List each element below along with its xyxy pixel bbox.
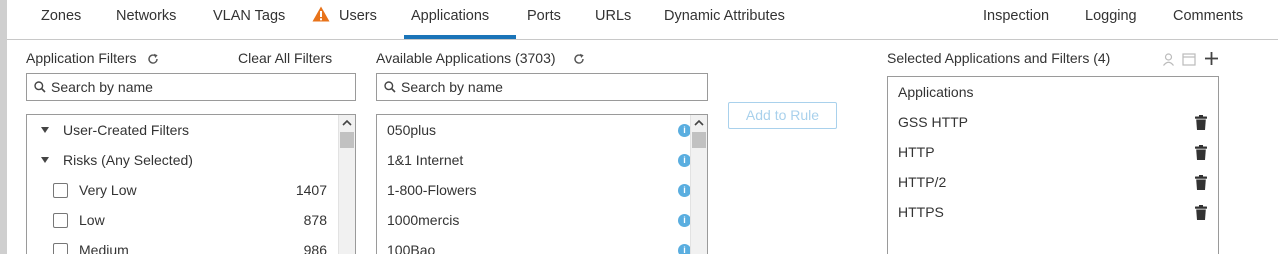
list-item[interactable]: 100Bao i — [377, 235, 691, 254]
filter-option-medium[interactable]: Medium 986 — [27, 235, 339, 254]
filter-list: User-Created Filters Risks (Any Selected… — [26, 114, 356, 254]
application-name: 050plus — [387, 122, 437, 138]
list-item[interactable]: HTTP — [888, 137, 1218, 167]
list-item[interactable]: GSS HTTP — [888, 107, 1218, 137]
chevron-up-icon — [694, 119, 704, 126]
list-item[interactable]: 1&1 Internet i — [377, 145, 691, 175]
selected-application-name: HTTPS — [898, 204, 944, 220]
tab-dynamic-attributes[interactable]: Dynamic Attributes — [664, 0, 785, 38]
selected-application-name: HTTP/2 — [898, 174, 947, 190]
selected-applications-list: Applications GSS HTTP HTTP HTTP/2 HTTPS — [887, 76, 1219, 254]
left-edge-border — [0, 0, 7, 254]
trash-icon[interactable] — [1195, 145, 1207, 160]
tab-users[interactable]: Users — [312, 0, 377, 38]
application-search-box — [376, 73, 708, 101]
filter-option-label: Very Low — [79, 182, 137, 198]
tab-logging[interactable]: Logging — [1085, 0, 1137, 38]
filter-list-scrollbar[interactable] — [338, 115, 355, 254]
tab-bar: Zones Networks VLAN Tags Users Applicati… — [7, 0, 1278, 40]
tab-inspection[interactable]: Inspection — [983, 0, 1049, 38]
filter-group-label: User-Created Filters — [63, 122, 190, 138]
filter-group-label: Risks (Any Selected) — [63, 152, 193, 168]
filter-group-user-created[interactable]: User-Created Filters — [27, 115, 339, 145]
filter-option-count: 986 — [303, 242, 327, 254]
window-icon[interactable] — [1182, 53, 1196, 66]
available-applications-title: Available Applications (3703) — [376, 50, 556, 66]
selected-list-header: Applications — [888, 77, 1218, 107]
trash-icon[interactable] — [1195, 205, 1207, 220]
search-icon — [34, 81, 46, 93]
refresh-icon[interactable] — [573, 53, 585, 65]
application-name: 1&1 Internet — [387, 152, 464, 168]
search-icon — [384, 81, 396, 93]
application-name: 1-800-Flowers — [387, 182, 477, 198]
application-name: 100Bao — [387, 242, 436, 254]
list-item[interactable]: 1000mercis i — [377, 205, 691, 235]
checkbox[interactable] — [53, 243, 68, 254]
refresh-icon[interactable] — [147, 53, 159, 65]
tab-comments[interactable]: Comments — [1173, 0, 1243, 38]
checkbox[interactable] — [53, 183, 68, 198]
selected-header-label: Applications — [898, 84, 974, 100]
warning-icon — [312, 6, 330, 22]
tab-networks[interactable]: Networks — [116, 0, 176, 38]
filter-option-count: 878 — [303, 212, 327, 228]
list-item[interactable]: HTTPS — [888, 197, 1218, 227]
tab-users-label: Users — [339, 8, 377, 24]
list-item[interactable]: 1-800-Flowers i — [377, 175, 691, 205]
checkbox[interactable] — [53, 213, 68, 228]
list-item[interactable]: HTTP/2 — [888, 167, 1218, 197]
user-clear-icon[interactable] — [1162, 53, 1175, 66]
tab-applications[interactable]: Applications — [411, 0, 489, 38]
tab-ports[interactable]: Ports — [527, 0, 561, 38]
filter-option-label: Medium — [79, 242, 129, 254]
list-item[interactable]: 050plus i — [377, 115, 691, 145]
active-tab-indicator — [404, 35, 516, 39]
collapse-triangle-icon[interactable] — [41, 127, 49, 133]
access-rule-editor: Zones Networks VLAN Tags Users Applicati… — [0, 0, 1278, 254]
filter-search-box — [26, 73, 356, 101]
add-to-rule-button[interactable]: Add to Rule — [728, 102, 837, 129]
filter-option-very-low[interactable]: Very Low 1407 — [27, 175, 339, 205]
trash-icon[interactable] — [1195, 115, 1207, 130]
scroll-up-arrow[interactable] — [339, 115, 355, 131]
application-search-input[interactable] — [401, 77, 701, 97]
filter-group-risks[interactable]: Risks (Any Selected) — [27, 145, 339, 175]
application-name: 1000mercis — [387, 212, 460, 228]
filter-option-count: 1407 — [295, 182, 327, 198]
chevron-up-icon — [342, 119, 352, 126]
clear-all-filters-link[interactable]: Clear All Filters — [238, 50, 332, 66]
selected-application-name: HTTP — [898, 144, 935, 160]
plus-icon[interactable] — [1204, 51, 1219, 66]
applications-list-scrollbar[interactable] — [690, 115, 707, 254]
tab-urls[interactable]: URLs — [595, 0, 631, 38]
filter-search-input[interactable] — [51, 77, 349, 97]
selected-application-name: GSS HTTP — [898, 114, 969, 130]
available-applications-list: 050plus i 1&1 Internet i 1-800-Flowers i… — [376, 114, 708, 254]
scroll-thumb[interactable] — [692, 132, 706, 148]
tab-zones[interactable]: Zones — [41, 0, 81, 38]
scroll-thumb[interactable] — [340, 132, 354, 148]
selected-applications-title: Selected Applications and Filters (4) — [887, 50, 1111, 66]
trash-icon[interactable] — [1195, 175, 1207, 190]
filter-option-label: Low — [79, 212, 105, 228]
collapse-triangle-icon[interactable] — [41, 157, 49, 163]
tab-vlan-tags[interactable]: VLAN Tags — [213, 0, 285, 38]
application-filters-title: Application Filters — [26, 50, 137, 66]
scroll-up-arrow[interactable] — [691, 115, 707, 131]
filter-option-low[interactable]: Low 878 — [27, 205, 339, 235]
